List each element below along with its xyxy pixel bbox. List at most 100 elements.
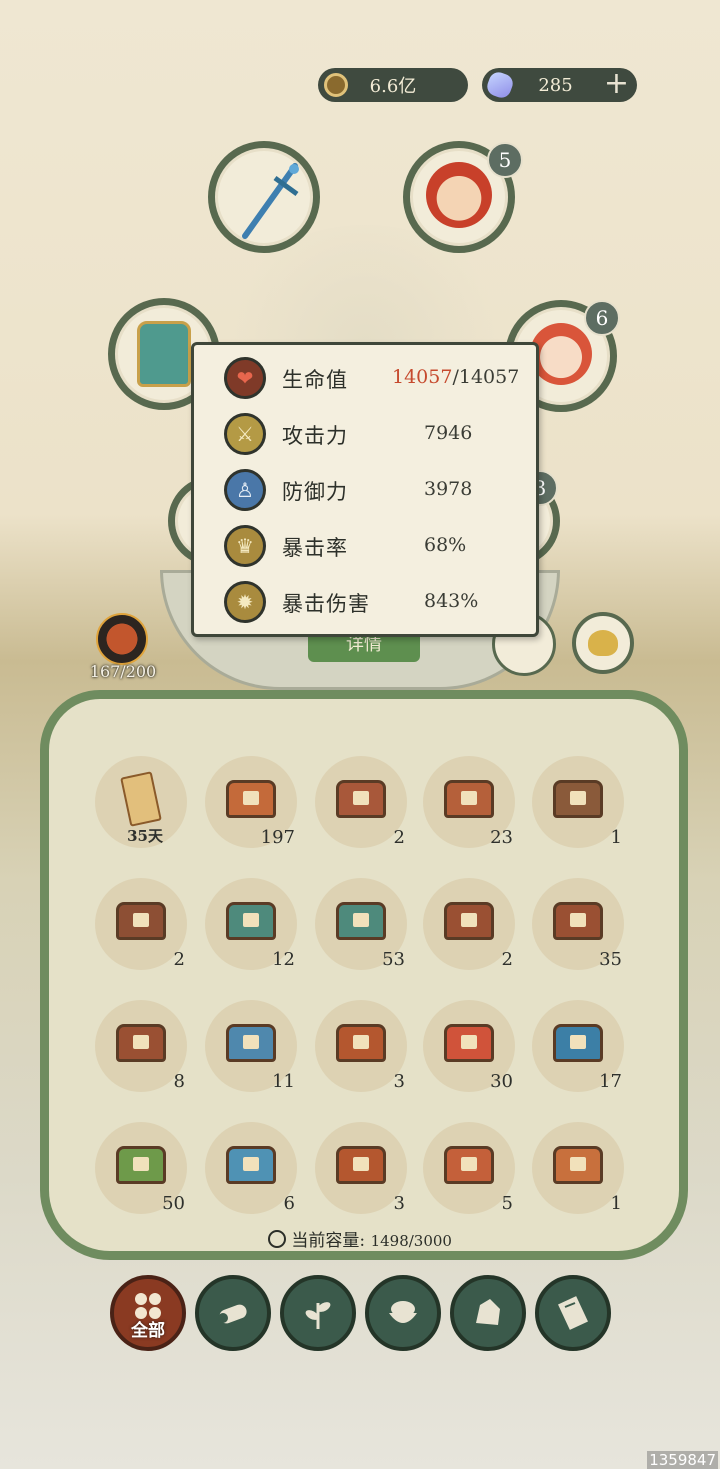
defense-icon: ♙ — [224, 469, 266, 511]
map-scroll-icon — [120, 771, 162, 827]
item-count: 17 — [599, 1071, 622, 1092]
armor-icon — [137, 321, 191, 387]
pet-level-badge: 6 — [584, 300, 620, 336]
item-count: 8 — [173, 1071, 185, 1092]
tab-all[interactable]: 全部 — [110, 1275, 186, 1351]
pet-portrait — [530, 323, 592, 385]
item-count: 5 — [501, 1193, 513, 1214]
item-count: 12 — [272, 949, 295, 970]
heart-icon: ❤ — [224, 357, 266, 399]
tab-ore[interactable] — [450, 1275, 526, 1351]
item-count: 53 — [382, 949, 405, 970]
hp-current: 14057 — [392, 366, 453, 388]
item-count: 11 — [272, 1071, 295, 1092]
inventory-item[interactable]: 3 — [315, 1000, 407, 1092]
item-count: 197 — [260, 827, 295, 848]
treasure-chest-icon — [444, 902, 494, 940]
item-count: 23 — [490, 827, 513, 848]
tab-all-label: 全部 — [131, 1321, 165, 1341]
inventory-item[interactable]: 35天 — [95, 756, 187, 848]
inventory-item[interactable]: 5 — [423, 1122, 515, 1214]
inventory-item[interactable]: 1 — [532, 756, 624, 848]
stat-attack: ⚔ 攻击力 7946 — [224, 413, 524, 459]
treasure-chest-icon — [226, 902, 276, 940]
item-count: 6 — [283, 1193, 295, 1214]
stat-crit-damage: ✹ 暴击伤害 843% — [224, 581, 524, 627]
energy-value: 167/200 — [89, 662, 157, 681]
insect-button[interactable] — [572, 612, 634, 674]
hero-portrait — [426, 162, 492, 228]
stat-label: 生命值 — [282, 368, 348, 392]
treasure-chest-icon — [116, 1146, 166, 1184]
inventory-item[interactable]: 2 — [95, 878, 187, 970]
weapon-slot[interactable] — [208, 141, 320, 253]
treasure-chest-icon — [226, 780, 276, 818]
item-count: 2 — [393, 827, 405, 848]
stat-label: 防御力 — [282, 480, 348, 504]
treasure-chest-icon — [226, 1024, 276, 1062]
treasure-chest-icon — [553, 1146, 603, 1184]
inventory-item[interactable]: 2 — [423, 878, 515, 970]
capacity-value: 1498/3000 — [370, 1232, 452, 1250]
inventory-item[interactable]: 23 — [423, 756, 515, 848]
inventory-item[interactable]: 30 — [423, 1000, 515, 1092]
inventory-item[interactable]: 6 — [205, 1122, 297, 1214]
capacity-display: 当前容量: 1498/3000 — [0, 1226, 720, 1251]
item-count: 35 — [599, 949, 622, 970]
stats-popup: ❤ 生命值 14057/14057 ⚔ 攻击力 7946 ♙ 防御力 3978 … — [191, 342, 539, 637]
treasure-chest-icon — [336, 1024, 386, 1062]
treasure-chest-icon — [336, 780, 386, 818]
stat-value: 68% — [424, 534, 467, 556]
treasure-chest-icon — [444, 780, 494, 818]
stat-hp: ❤ 生命值 14057/14057 — [224, 357, 524, 403]
scroll-icon — [558, 1296, 588, 1330]
treasure-chest-icon — [444, 1146, 494, 1184]
item-count: 3 — [393, 1193, 405, 1214]
treasure-chest-icon — [336, 1146, 386, 1184]
treasure-chest-icon — [553, 1024, 603, 1062]
item-count: 1 — [610, 827, 622, 848]
treasure-chest-icon — [553, 902, 603, 940]
add-gems-button[interactable]: + — [604, 68, 629, 100]
coin-amount: 6.6亿 — [369, 76, 417, 97]
tab-wood[interactable] — [195, 1275, 271, 1351]
tab-herb[interactable] — [280, 1275, 356, 1351]
treasure-chest-icon — [444, 1024, 494, 1062]
stat-value: 14057/14057 — [392, 366, 519, 388]
ore-icon — [476, 1299, 500, 1325]
inventory-item[interactable]: 50 — [95, 1122, 187, 1214]
item-count: 30 — [490, 1071, 513, 1092]
inventory-item[interactable]: 8 — [95, 1000, 187, 1092]
item-count: 1 — [610, 1193, 622, 1214]
item-count: 50 — [162, 1193, 185, 1214]
inventory-item[interactable]: 35 — [532, 878, 624, 970]
capacity-icon — [268, 1230, 287, 1248]
treasure-chest-icon — [116, 902, 166, 940]
inventory-item[interactable]: 2 — [315, 756, 407, 848]
item-count: 3 — [393, 1071, 405, 1092]
attack-icon: ⚔ — [224, 413, 266, 455]
herb-icon — [305, 1302, 331, 1329]
tab-scroll[interactable] — [535, 1275, 611, 1351]
stat-value: 843% — [424, 590, 479, 612]
watermark: 1359847 — [647, 1451, 718, 1469]
treasure-chest-icon — [116, 1024, 166, 1062]
stat-crit-rate: ♛ 暴击率 68% — [224, 525, 524, 571]
sword-icon — [242, 163, 299, 239]
inventory-item[interactable]: 11 — [205, 1000, 297, 1092]
inventory-item[interactable]: 197 — [205, 756, 297, 848]
inventory-item[interactable]: 17 — [532, 1000, 624, 1092]
energy-icon[interactable] — [96, 613, 148, 665]
crit-rate-icon: ♛ — [224, 525, 266, 567]
inventory-item[interactable]: 1 — [532, 1122, 624, 1214]
inventory-item[interactable]: 12 — [205, 878, 297, 970]
treasure-chest-icon — [336, 902, 386, 940]
stat-value: 3978 — [424, 478, 473, 500]
tab-food[interactable] — [365, 1275, 441, 1351]
inventory-item[interactable]: 3 — [315, 1122, 407, 1214]
inventory-item[interactable]: 53 — [315, 878, 407, 970]
hp-max: /14057 — [452, 366, 520, 388]
treasure-chest-icon — [226, 1146, 276, 1184]
moth-icon — [588, 630, 618, 656]
item-count: 2 — [173, 949, 185, 970]
